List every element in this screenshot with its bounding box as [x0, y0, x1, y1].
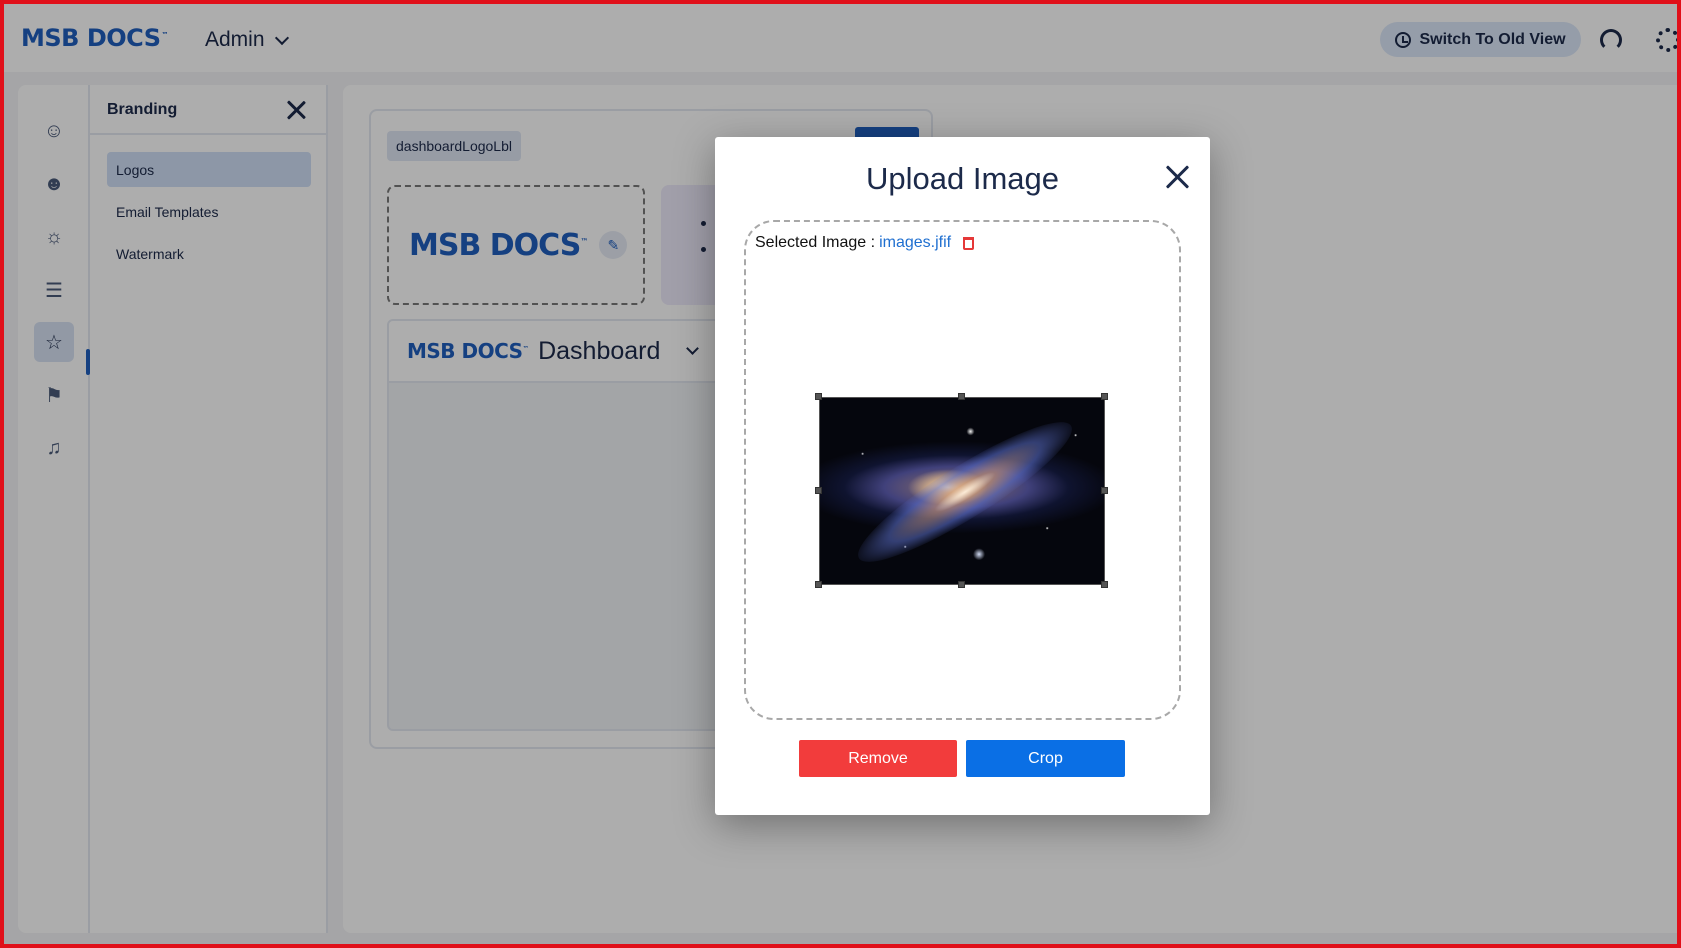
- crop-button[interactable]: Crop: [966, 740, 1125, 777]
- selected-file-name[interactable]: images.jfif: [879, 234, 951, 252]
- crop-handle-sw[interactable]: [815, 581, 822, 588]
- crop-handle-n[interactable]: [958, 393, 965, 400]
- crop-handle-ne[interactable]: [1101, 393, 1108, 400]
- image-crop-area[interactable]: [819, 397, 1105, 585]
- selected-image-line: Selected Image : images.jfif: [755, 234, 975, 252]
- trash-icon[interactable]: [963, 236, 975, 250]
- close-icon[interactable]: [1163, 163, 1191, 191]
- crop-handle-w[interactable]: [815, 487, 822, 494]
- galaxy-image: [845, 403, 1085, 581]
- crop-handle-s[interactable]: [958, 581, 965, 588]
- image-drop-zone[interactable]: Selected Image : images.jfif: [744, 220, 1181, 720]
- modal-title: Upload Image: [865, 161, 1059, 196]
- selected-image-label: Selected Image :: [755, 234, 876, 251]
- upload-image-modal: Upload Image Selected Image : images.jfi…: [715, 137, 1210, 815]
- crop-handle-nw[interactable]: [815, 393, 822, 400]
- remove-button[interactable]: Remove: [799, 740, 957, 777]
- crop-handle-se[interactable]: [1101, 581, 1108, 588]
- crop-handle-e[interactable]: [1101, 487, 1108, 494]
